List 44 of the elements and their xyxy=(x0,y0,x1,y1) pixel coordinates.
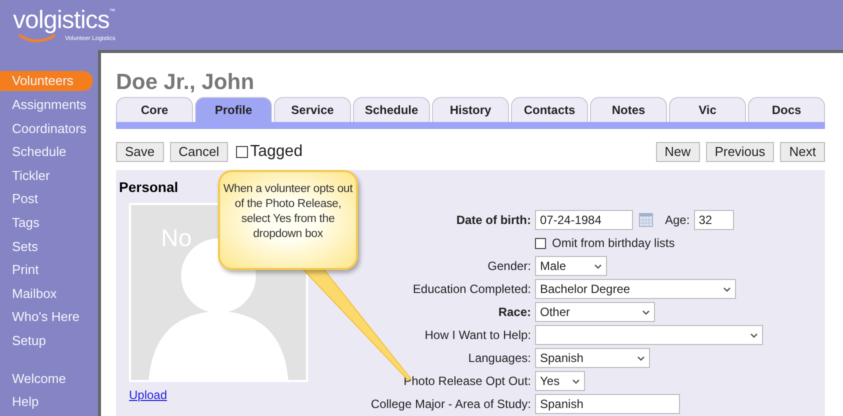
tab[interactable]: Docs xyxy=(748,97,825,122)
upload-link[interactable]: Upload xyxy=(129,388,168,402)
toolbar-button[interactable]: Cancel xyxy=(170,142,228,162)
chevron-icon xyxy=(750,332,758,338)
chevron-icon xyxy=(642,310,650,314)
tab[interactable]: Vic xyxy=(669,97,746,122)
dropdown[interactable]: Other xyxy=(535,302,655,322)
tab[interactable]: Service xyxy=(274,97,351,122)
toolbar-button[interactable]: Previous xyxy=(706,142,774,162)
field-label: Education Completed: xyxy=(412,281,531,298)
tab[interactable]: Profile xyxy=(195,97,272,122)
tab[interactable]: Core xyxy=(116,97,193,122)
field-label: College Major - Area of Study: xyxy=(370,396,531,413)
tab[interactable]: History xyxy=(432,97,509,122)
tab[interactable]: Contacts xyxy=(511,97,588,122)
age-field[interactable]: 32 xyxy=(694,210,734,230)
section-heading: Personal xyxy=(119,179,178,195)
field-label: Gender: xyxy=(488,258,531,275)
field-label: Age: xyxy=(665,213,690,227)
tagged-checkbox[interactable] xyxy=(236,146,248,158)
volunteer-name: Doe Jr., John xyxy=(116,70,256,94)
dropdown[interactable]: Male xyxy=(535,256,607,276)
tab[interactable]: Schedule xyxy=(353,97,430,122)
chevron-icon xyxy=(723,286,731,292)
chevron-icon xyxy=(572,378,580,384)
text-field[interactable]: Spanish xyxy=(535,394,680,414)
callout: When a volunteer opts out of the Photo Release, select Yes from the dropdown box xyxy=(218,170,358,270)
chevron-icon xyxy=(637,356,645,360)
toolbar-button[interactable]: Save xyxy=(116,142,164,162)
field-label: Languages: xyxy=(468,350,531,367)
dropdown[interactable]: Yes xyxy=(535,371,585,391)
date-field[interactable]: 07-24-1984 xyxy=(535,210,633,230)
toolbar-button[interactable]: Next xyxy=(780,142,825,162)
dropdown[interactable]: Spanish xyxy=(535,348,650,368)
chevron-icon xyxy=(594,264,602,268)
tab[interactable]: Notes xyxy=(590,97,667,122)
tagged-label: Tagged xyxy=(250,142,303,160)
toolbar-button[interactable]: New xyxy=(656,142,700,162)
field-label: Date of birth: xyxy=(456,212,531,229)
dropdown[interactable]: Bachelor Degree xyxy=(535,279,736,299)
field-label: How I Want to Help: xyxy=(424,327,531,344)
field-label: Race: xyxy=(498,304,531,321)
checkbox[interactable] xyxy=(535,238,546,248)
checkbox-label: Omit from birthday lists xyxy=(552,236,675,250)
